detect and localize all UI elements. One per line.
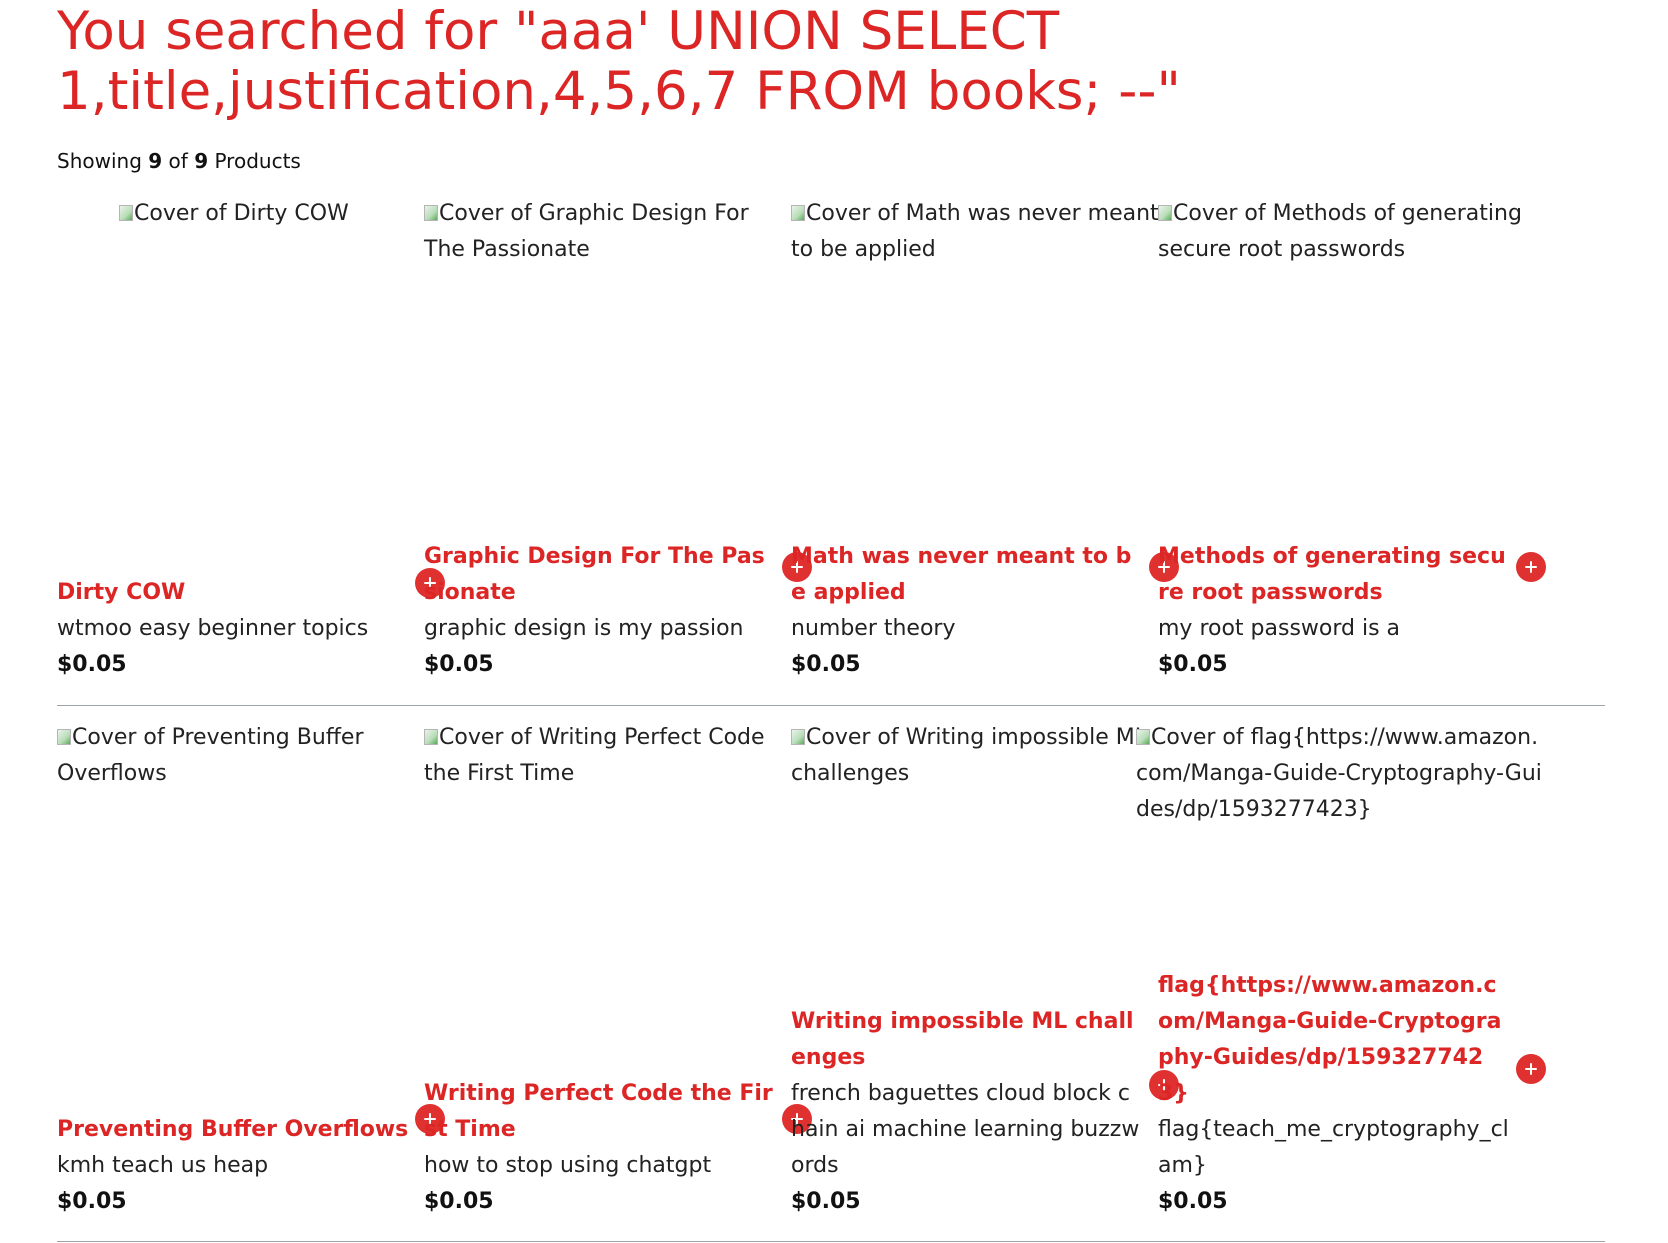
product-price: $0.05 xyxy=(791,1189,861,1214)
broken-image-icon xyxy=(791,205,805,221)
product-title[interactable]: Math was never meant to be applied xyxy=(791,539,1143,611)
product-card: Cover of Methods of generating secure ro… xyxy=(1158,196,1550,705)
product-title[interactable]: flag{https://www.amazon.com/Manga-Guide-… xyxy=(1158,968,1510,1112)
product-title[interactable]: Methods of generating secure root passwo… xyxy=(1158,539,1510,611)
product-description: flag{teach_me_cryptography_clam} xyxy=(1158,1117,1509,1178)
product-title[interactable]: Writing impossible ML challenges xyxy=(791,1004,1143,1076)
cover-alt-text: Cover of Preventing Buffer Overflows xyxy=(57,725,364,786)
search-results-page: You searched for "aaa' UNION SELECT 1,ti… xyxy=(0,0,1668,1243)
cover-alt-text: Cover of Dirty COW xyxy=(134,201,349,226)
product-price: $0.05 xyxy=(57,652,127,677)
products-label: Products xyxy=(214,149,301,173)
product-card: Cover of Writing Perfect Code the First … xyxy=(424,720,816,1242)
product-price: $0.05 xyxy=(791,652,861,677)
product-cover[interactable]: Cover of Math was never meant to be appl… xyxy=(791,196,1163,268)
product-card: Cover of Preventing Buffer Overflows Pre… xyxy=(57,720,449,1242)
product-description: my root password is a xyxy=(1158,616,1401,641)
plus-icon xyxy=(1525,561,1537,573)
product-description: kmh teach us heap xyxy=(57,1153,269,1178)
product-info: Dirty COW wtmoo easy beginner topics $0.… xyxy=(57,575,409,683)
total-count: 9 xyxy=(194,149,209,173)
product-price: $0.05 xyxy=(1158,652,1228,677)
product-title[interactable]: Graphic Design For The Passionate xyxy=(424,539,776,611)
product-info: Writing impossible ML challenges french … xyxy=(791,1004,1143,1220)
product-cover[interactable]: Cover of flag{https://www.amazon.com/Man… xyxy=(1136,720,1548,828)
cover-alt-text: Cover of Methods of generating secure ro… xyxy=(1158,201,1522,262)
product-row: Cover of Preventing Buffer Overflows Pre… xyxy=(57,706,1605,1242)
product-card: Cover of Math was never meant to be appl… xyxy=(791,196,1183,705)
product-price: $0.05 xyxy=(1158,1189,1228,1214)
broken-image-icon xyxy=(424,205,438,221)
product-title[interactable]: Writing Perfect Code the First Time xyxy=(424,1076,776,1148)
cover-alt-text: Cover of Graphic Design For The Passiona… xyxy=(424,201,749,262)
product-price: $0.05 xyxy=(57,1189,127,1214)
plus-icon xyxy=(1525,1063,1537,1075)
broken-image-icon xyxy=(424,729,438,745)
product-cover[interactable]: Cover of Methods of generating secure ro… xyxy=(1158,196,1550,268)
search-heading: You searched for "aaa' UNION SELECT 1,ti… xyxy=(57,1,1181,122)
product-card: Cover of Dirty COW Dirty COW wtmoo easy … xyxy=(57,196,449,705)
product-info: Preventing Buffer Overflows kmh teach us… xyxy=(57,1112,409,1220)
product-cover[interactable]: Cover of Preventing Buffer Overflows xyxy=(57,720,387,792)
broken-image-icon xyxy=(1158,205,1172,221)
showing-label: Showing xyxy=(57,149,142,173)
product-cover[interactable]: Cover of Writing impossible ML challenge… xyxy=(791,720,1163,792)
shown-count: 9 xyxy=(148,149,163,173)
product-description: french baguettes cloud block chain ai ma… xyxy=(791,1081,1140,1178)
cover-alt-text: Cover of Writing impossible ML challenge… xyxy=(791,725,1148,786)
product-description: wtmoo easy beginner topics xyxy=(57,616,369,641)
broken-image-icon xyxy=(119,205,133,221)
of-label: of xyxy=(168,149,188,173)
product-description: number theory xyxy=(791,616,956,641)
broken-image-icon xyxy=(1136,729,1150,745)
cover-alt-text: Cover of flag{https://www.amazon.com/Man… xyxy=(1136,725,1542,822)
product-info: Graphic Design For The Passionate graphi… xyxy=(424,539,776,683)
product-price: $0.05 xyxy=(424,1189,494,1214)
broken-image-icon xyxy=(791,729,805,745)
product-grid: Cover of Dirty COW Dirty COW wtmoo easy … xyxy=(57,196,1605,1242)
product-card: Cover of flag{https://www.amazon.com/Man… xyxy=(1136,720,1550,1242)
product-info: flag{https://www.amazon.com/Manga-Guide-… xyxy=(1158,968,1510,1220)
product-description: how to stop using chatgpt xyxy=(424,1153,712,1178)
product-card: Cover of Graphic Design For The Passiona… xyxy=(424,196,816,705)
product-title[interactable]: Dirty COW xyxy=(57,575,409,611)
product-cover[interactable]: Cover of Dirty COW xyxy=(119,196,419,232)
product-description: graphic design is my passion xyxy=(424,616,744,641)
product-info: Math was never meant to be applied numbe… xyxy=(791,539,1143,683)
cover-alt-text: Cover of Writing Perfect Code the First … xyxy=(424,725,765,786)
result-count: Showing 9 of 9 Products xyxy=(57,148,301,174)
product-info: Writing Perfect Code the First Time how … xyxy=(424,1076,776,1220)
product-price: $0.05 xyxy=(424,652,494,677)
product-cover[interactable]: Cover of Writing Perfect Code the First … xyxy=(424,720,776,792)
product-cover[interactable]: Cover of Graphic Design For The Passiona… xyxy=(424,196,754,268)
product-row: Cover of Dirty COW Dirty COW wtmoo easy … xyxy=(57,196,1605,706)
product-title[interactable]: Preventing Buffer Overflows xyxy=(57,1112,409,1148)
product-info: Methods of generating secure root passwo… xyxy=(1158,539,1510,683)
add-to-cart-button[interactable] xyxy=(1516,1054,1546,1084)
cover-alt-text: Cover of Math was never meant to be appl… xyxy=(791,201,1159,262)
add-to-cart-button[interactable] xyxy=(1516,552,1546,582)
broken-image-icon xyxy=(57,729,71,745)
product-card: Cover of Writing impossible ML challenge… xyxy=(791,720,1183,1242)
